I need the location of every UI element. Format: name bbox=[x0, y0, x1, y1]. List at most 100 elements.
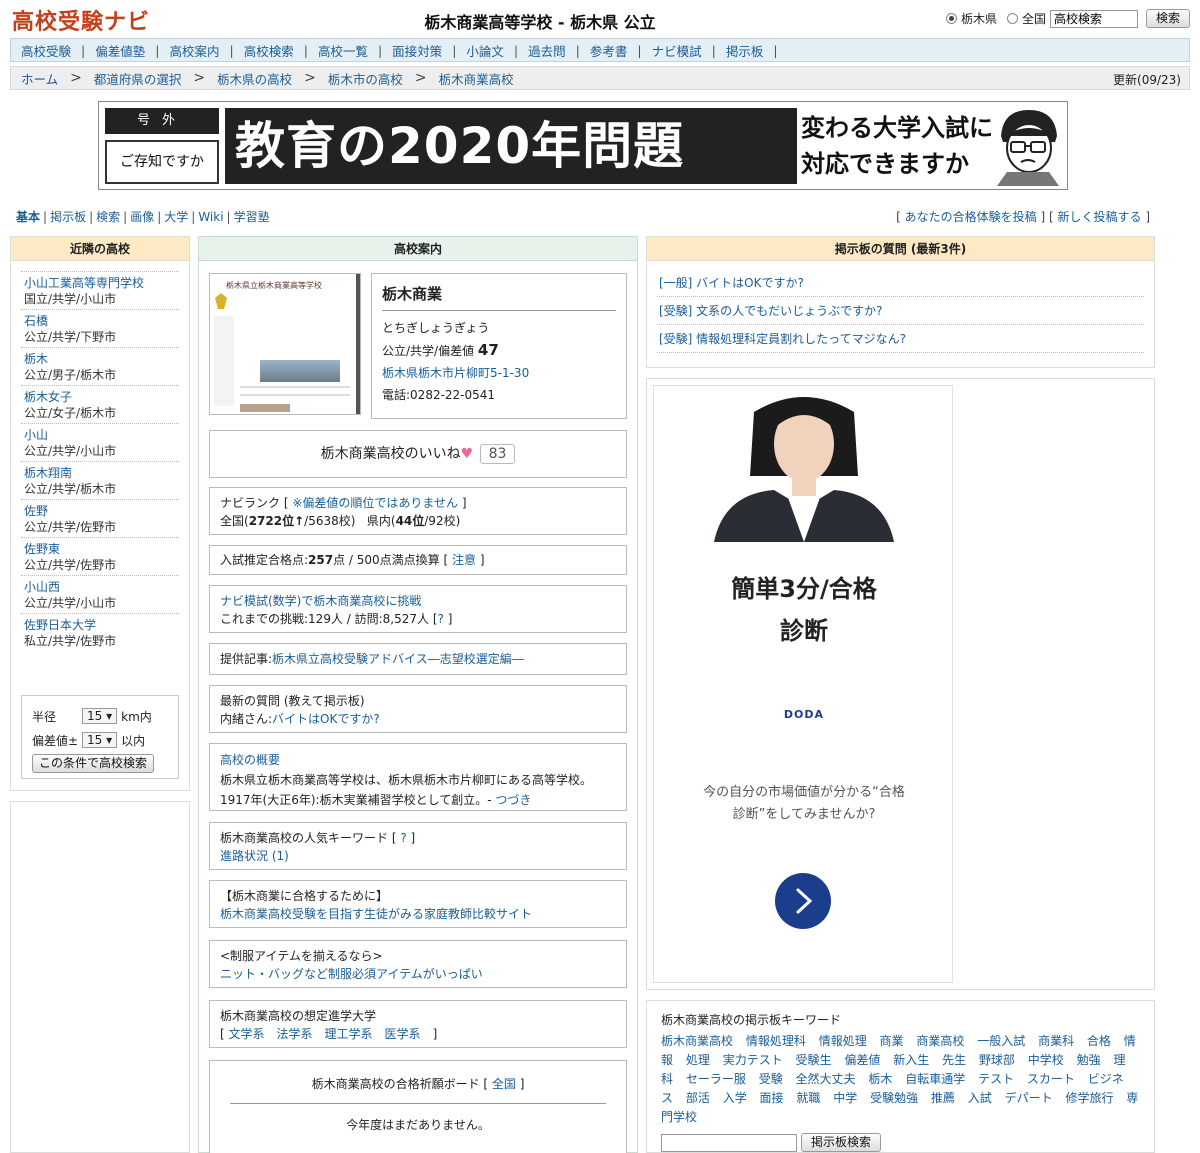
board-keyword-link[interactable]: 商業 bbox=[880, 1034, 904, 1048]
board-keyword-link[interactable]: セーラー服 bbox=[686, 1072, 746, 1086]
topnav-link[interactable]: 高校検索 bbox=[244, 41, 294, 60]
mock-exam-link[interactable]: ナビ模試(数学)で栃木商業高校に挑戦 bbox=[220, 594, 421, 608]
nearby-school-link[interactable]: 佐野日本大学 bbox=[24, 617, 179, 633]
board-keyword-link[interactable]: 新入生 bbox=[893, 1053, 929, 1067]
board-keyword-link[interactable]: 栃木 bbox=[868, 1072, 892, 1086]
radio-nationwide[interactable] bbox=[1006, 13, 1018, 24]
board-keyword-link[interactable]: 中学校 bbox=[1028, 1053, 1064, 1067]
search-input[interactable] bbox=[1049, 9, 1138, 28]
board-keyword-link[interactable]: 全然大丈夫 bbox=[796, 1072, 856, 1086]
board-keyword-link[interactable]: スカート bbox=[1027, 1072, 1075, 1086]
topnav-link[interactable]: 小論文 bbox=[466, 41, 504, 60]
board-search-input[interactable] bbox=[661, 1133, 797, 1152]
nearby-school-link[interactable]: 石橋 bbox=[24, 313, 179, 329]
rank-note-link[interactable]: ※偏差値の順位ではありません bbox=[292, 496, 458, 510]
board-keyword-link[interactable]: 部活 bbox=[686, 1091, 710, 1105]
nearby-school-link[interactable]: 佐野 bbox=[24, 503, 179, 519]
university-category-link[interactable]: 医学系 bbox=[385, 1027, 421, 1041]
breadcrumb-link[interactable]: 栃木市の高校 bbox=[328, 69, 403, 88]
nearby-school-link[interactable]: 小山 bbox=[24, 427, 179, 443]
topnav-link[interactable]: 面接対策 bbox=[392, 41, 442, 60]
board-keyword-link[interactable]: 就職 bbox=[796, 1091, 820, 1105]
score-caution-link[interactable]: 注意 bbox=[452, 553, 476, 567]
uniform-link[interactable]: ニット・バッグなど制服必須アイテムがいっぱい bbox=[220, 967, 483, 981]
board-keyword-link[interactable]: 偏差値 bbox=[844, 1053, 880, 1067]
ad-banner[interactable]: 号外 ご存知ですか 教育の2020年問題 変わる大学入試に 対応できますか bbox=[98, 101, 1068, 190]
board-keyword-link[interactable]: 栃木商業高校 bbox=[661, 1034, 733, 1048]
new-post-link[interactable]: 新しく投稿する bbox=[1057, 210, 1141, 224]
overview-link[interactable]: 高校の概要 bbox=[220, 753, 280, 767]
heart-icon[interactable]: ♥ bbox=[461, 446, 474, 462]
topnav-link[interactable]: 高校一覧 bbox=[318, 41, 368, 60]
board-keyword-link[interactable]: テスト bbox=[978, 1072, 1014, 1086]
board-keyword-link[interactable]: 勉強 bbox=[1077, 1053, 1101, 1067]
board-question-link[interactable]: [受験] 情報処理科定員割れしたってマジなん? bbox=[659, 332, 906, 346]
board-keyword-link[interactable]: 情報処理 bbox=[819, 1034, 867, 1048]
topnav-link[interactable]: 掲示板 bbox=[726, 41, 764, 60]
board-search-button[interactable]: 掲示板検索 bbox=[801, 1133, 882, 1152]
doda-ad[interactable]: i 簡単3分/合格 診断 DODA 今の自分の市場価値が分かる“合格 診断”をし… bbox=[653, 385, 953, 983]
board-keyword-link[interactable]: 商業高校 bbox=[916, 1034, 964, 1048]
latest-question-link[interactable]: バイトはOKですか? bbox=[272, 712, 380, 726]
popular-keyword-link[interactable]: 進路状況 (1) bbox=[220, 849, 289, 863]
board-keyword-link[interactable]: 受験 bbox=[759, 1072, 783, 1086]
board-question-link[interactable]: [受験] 文系の人でもだいじょうぶですか? bbox=[659, 304, 883, 318]
board-keyword-link[interactable]: 商業科 bbox=[1038, 1034, 1074, 1048]
nearby-school-link[interactable]: 栃木女子 bbox=[24, 389, 179, 405]
search-button[interactable]: 検索 bbox=[1145, 9, 1190, 28]
board-keyword-link[interactable]: 中学 bbox=[833, 1091, 857, 1105]
board-question-link[interactable]: [一般] バイトはOKですか? bbox=[659, 276, 804, 290]
topnav-link[interactable]: 過去問 bbox=[528, 41, 566, 60]
board-keyword-link[interactable]: 修学旅行 bbox=[1065, 1091, 1113, 1105]
topnav-link[interactable]: 参考書 bbox=[590, 41, 628, 60]
school-address-link[interactable]: 栃木県栃木市片柳町5-1-30 bbox=[382, 364, 616, 382]
topnav-link[interactable]: 高校案内 bbox=[169, 41, 219, 60]
topnav-link[interactable]: 高校受験 bbox=[21, 41, 71, 60]
nearby-school-link[interactable]: 小山西 bbox=[24, 579, 179, 595]
tutor-compare-link[interactable]: 栃木商業高校受験を目指す生徒がみる家庭教師比較サイト bbox=[220, 907, 532, 921]
nearby-school-link[interactable]: 栃木翔南 bbox=[24, 465, 179, 481]
topnav-link[interactable]: 偏差値塾 bbox=[95, 41, 145, 60]
topnav-link[interactable]: ナビ模試 bbox=[652, 41, 702, 60]
subnav-link[interactable]: 検索 bbox=[96, 210, 120, 224]
subnav-link[interactable]: 大学 bbox=[164, 210, 188, 224]
board-keyword-link[interactable]: 受験勉強 bbox=[870, 1091, 918, 1105]
board-keyword-link[interactable]: 受験生 bbox=[796, 1053, 832, 1067]
board-keyword-link[interactable]: 入学 bbox=[723, 1091, 747, 1105]
overview-more-link[interactable]: つづき bbox=[495, 793, 531, 807]
subnav-link[interactable]: 画像 bbox=[130, 210, 154, 224]
university-category-link[interactable]: 文学系 bbox=[229, 1027, 265, 1041]
post-experience-link[interactable]: あなたの合格体験を投稿 bbox=[905, 210, 1037, 224]
subnav-link[interactable]: 学習塾 bbox=[234, 210, 270, 224]
board-keyword-link[interactable]: 面接 bbox=[760, 1091, 784, 1105]
nearby-school-link[interactable]: 小山工業高等専門学校 bbox=[24, 275, 179, 291]
ad-arrow-button-icon[interactable] bbox=[774, 872, 832, 930]
university-category-link[interactable]: 理工学系 bbox=[325, 1027, 373, 1041]
board-keyword-link[interactable]: 合格 bbox=[1087, 1034, 1111, 1048]
breadcrumb-link[interactable]: 都道府県の選択 bbox=[94, 69, 182, 88]
popular-keyword-help[interactable]: ? bbox=[400, 831, 406, 845]
nearby-school-link[interactable]: 佐野東 bbox=[24, 541, 179, 557]
board-keyword-link[interactable]: 一般入試 bbox=[977, 1034, 1025, 1048]
mock-help-link[interactable]: ? bbox=[438, 612, 444, 626]
nearby-school-link[interactable]: 栃木 bbox=[24, 351, 179, 367]
subnav-link[interactable]: 掲示板 bbox=[50, 210, 86, 224]
board-keyword-link[interactable]: 処理 bbox=[686, 1053, 710, 1067]
radio-prefecture[interactable] bbox=[945, 13, 957, 24]
school-website-thumbnail[interactable]: 栃木県立栃木商業高等学校 bbox=[209, 273, 361, 415]
wish-board-national-link[interactable]: 全国 bbox=[492, 1077, 516, 1091]
deviation-select[interactable]: 15 ▾ bbox=[82, 732, 118, 748]
article-link[interactable]: 栃木県立高校受験アドバイス―志望校選定編― bbox=[272, 652, 524, 666]
board-keyword-link[interactable]: 情報処理科 bbox=[746, 1034, 806, 1048]
board-keyword-link[interactable]: デパート bbox=[1005, 1091, 1053, 1105]
breadcrumb-link[interactable]: 栃木県の高校 bbox=[217, 69, 292, 88]
breadcrumb-link[interactable]: 栃木商業高校 bbox=[439, 69, 514, 88]
university-category-link[interactable]: 法学系 bbox=[277, 1027, 313, 1041]
board-keyword-link[interactable]: 先生 bbox=[942, 1053, 966, 1067]
board-keyword-link[interactable]: 入試 bbox=[968, 1091, 992, 1105]
board-keyword-link[interactable]: 実力テスト bbox=[723, 1053, 783, 1067]
filter-search-button[interactable]: この条件で高校検索 bbox=[32, 754, 155, 773]
board-keyword-link[interactable]: 自転車通学 bbox=[905, 1072, 965, 1086]
board-keyword-link[interactable]: 推薦 bbox=[931, 1091, 955, 1105]
radius-select[interactable]: 15 ▾ bbox=[82, 708, 118, 724]
